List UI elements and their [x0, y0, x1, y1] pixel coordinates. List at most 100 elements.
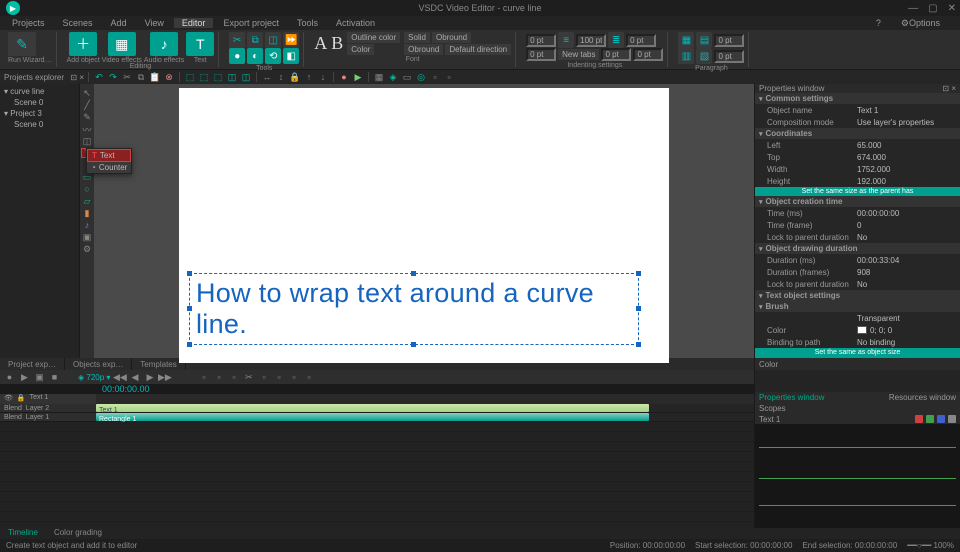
strip-zoom-icon[interactable]: ◎ — [415, 71, 427, 83]
res-tab[interactable]: Resources window — [889, 393, 956, 402]
strip-copy-icon[interactable]: ⧉ — [135, 71, 147, 83]
explorer-close-icon[interactable]: × — [79, 73, 84, 82]
para-1-icon[interactable]: ▦ — [678, 32, 694, 48]
menu-activation[interactable]: Activation — [328, 18, 383, 28]
style-solid-dropdown[interactable]: Solid — [404, 32, 430, 43]
prop-row[interactable]: Duration (frames)908 — [755, 266, 960, 278]
tree-scene-0a[interactable]: Scene 0 — [4, 97, 75, 108]
tl-tool-7[interactable]: ▫ — [288, 372, 299, 383]
para-4-icon[interactable]: ▧ — [696, 48, 712, 64]
prop-pin-icon[interactable]: ⊡ — [942, 84, 949, 93]
prop-row[interactable]: Left65.000 — [755, 139, 960, 151]
tree-scene-0b[interactable]: Scene 0 — [4, 119, 75, 130]
prop-row[interactable]: Time (frame)0 — [755, 219, 960, 231]
scope-r-icon[interactable] — [915, 415, 923, 423]
menu-add[interactable]: Add — [103, 18, 135, 28]
menu-scenes[interactable]: Scenes — [55, 18, 101, 28]
strip-rec-icon[interactable]: ● — [338, 71, 350, 83]
close-button[interactable]: ✕ — [948, 3, 956, 14]
tool-speed-icon[interactable]: ⏩ — [283, 32, 299, 48]
scope-g-icon[interactable] — [926, 415, 934, 423]
strip-lock-icon[interactable]: 🔒 — [289, 71, 301, 83]
direction-dropdown[interactable]: Default direction — [445, 44, 511, 55]
indent-3[interactable] — [626, 34, 656, 47]
strip-ruler-icon[interactable]: ▭ — [401, 71, 413, 83]
status-tab-timeline[interactable]: Timeline — [0, 528, 46, 539]
tl-prev-icon[interactable]: ◀◀ — [114, 372, 125, 383]
prop-row[interactable]: Color0; 0; 0 — [755, 324, 960, 336]
explorer-pin-icon[interactable]: ⊡ — [70, 73, 77, 82]
strip-move-2[interactable]: ↕ — [275, 71, 287, 83]
para-n1[interactable] — [714, 34, 744, 47]
strip-snap-icon[interactable]: ◈ — [387, 71, 399, 83]
prop-section[interactable]: Coordinates — [755, 128, 960, 139]
indent-5[interactable] — [601, 48, 631, 61]
strip-more-1[interactable]: ▫ — [429, 71, 441, 83]
tl-tool-2[interactable]: ▫ — [213, 372, 224, 383]
menu-tools[interactable]: Tools — [289, 18, 326, 28]
vt-audio-icon[interactable]: ♪ — [82, 220, 92, 230]
resize-handle-sw[interactable] — [187, 342, 192, 347]
props-tab-2[interactable]: Properties window — [759, 393, 824, 402]
resize-handle-ne[interactable] — [636, 271, 641, 276]
resize-handle-n[interactable] — [411, 271, 416, 276]
vt-pointer-icon[interactable]: ↖ — [82, 88, 92, 98]
tab-project-exp[interactable]: Project exp… — [0, 358, 65, 370]
tool-crop-icon[interactable]: ◫ — [265, 32, 281, 48]
menu-export[interactable]: Export project — [215, 18, 287, 28]
tl-pause-icon[interactable]: ▣ — [34, 372, 45, 383]
status-zoom[interactable]: ━━○━━ 100% — [907, 541, 954, 550]
strip-align-5[interactable]: ◫ — [240, 71, 252, 83]
prop-close-icon[interactable]: × — [951, 84, 956, 93]
tl-tool-8[interactable]: ▫ — [303, 372, 314, 383]
prop-action-button[interactable]: Set the same size as the parent has — [755, 187, 960, 196]
resize-handle-se[interactable] — [636, 342, 641, 347]
strip-up-icon[interactable]: ↑ — [303, 71, 315, 83]
new-tabs-dropdown[interactable]: New tabs — [558, 49, 599, 60]
tool-copy-icon[interactable]: ⧉ — [247, 32, 263, 48]
maximize-button[interactable]: ▢ — [928, 3, 937, 14]
lh-lock-icon[interactable]: 🔒 — [17, 394, 26, 404]
indent-4[interactable] — [526, 48, 556, 61]
strip-align-1[interactable]: ⬚ — [184, 71, 196, 83]
prop-section[interactable]: Text object settings — [755, 290, 960, 301]
prop-row[interactable]: Top674.000 — [755, 151, 960, 163]
tl-back-icon[interactable]: ◀ — [129, 372, 140, 383]
lh-eye-icon[interactable]: 👁 — [4, 394, 13, 404]
about-button[interactable]: ? — [868, 18, 889, 29]
tool-b-icon[interactable]: ◐ — [247, 48, 263, 64]
strip-align-3[interactable]: ⬚ — [212, 71, 224, 83]
indent-2[interactable] — [576, 34, 606, 47]
timeline-clip-rect[interactable]: Rectangle 1 — [96, 413, 649, 421]
tree-project[interactable]: ▾ curve line — [4, 86, 75, 97]
text-object-selection[interactable]: How to wrap text around a curve line. — [189, 273, 639, 345]
indent-1[interactable] — [526, 34, 556, 47]
prop-row[interactable]: Height192.000 — [755, 175, 960, 187]
tl-tool-6[interactable]: ▫ — [273, 372, 284, 383]
style-obround-dropdown[interactable]: Obround — [432, 32, 471, 43]
vt-brush-icon[interactable]: 〰 — [82, 124, 92, 134]
tl-next-icon[interactable]: ▶▶ — [159, 372, 170, 383]
resize-handle-s[interactable] — [411, 342, 416, 347]
strip-down-icon[interactable]: ↓ — [317, 71, 329, 83]
ctx-text-item[interactable]: TText — [87, 149, 131, 162]
status-tab-color[interactable]: Color grading — [46, 528, 110, 539]
tab-objects-exp[interactable]: Objects exp… — [65, 358, 132, 370]
options-button[interactable]: ⚙Options — [893, 18, 948, 29]
menu-editor[interactable]: Editor — [174, 18, 214, 28]
vt-erase-icon[interactable]: ◫ — [82, 136, 92, 146]
text-button[interactable]: T — [186, 32, 214, 56]
strip-cut-icon[interactable]: ✂ — [121, 71, 133, 83]
para-3-icon[interactable]: ▥ — [678, 48, 694, 64]
font-style-b-icon[interactable]: B — [331, 33, 343, 54]
para-2-icon[interactable]: ▤ — [696, 32, 712, 48]
tl-play-icon[interactable]: ▶ — [19, 372, 30, 383]
vt-image-icon[interactable]: ▣ — [82, 232, 92, 242]
video-effects-button[interactable]: ▦ — [108, 32, 136, 56]
strip-redo-icon[interactable]: ↷ — [107, 71, 119, 83]
run-wizard-icon[interactable]: ✎ — [8, 32, 36, 56]
tool-d-icon[interactable]: ◧ — [283, 48, 299, 64]
menu-view[interactable]: View — [137, 18, 172, 28]
tl-fwd-icon[interactable]: ▶ — [144, 372, 155, 383]
prop-row[interactable]: Duration (ms)00:00:33:04 — [755, 254, 960, 266]
